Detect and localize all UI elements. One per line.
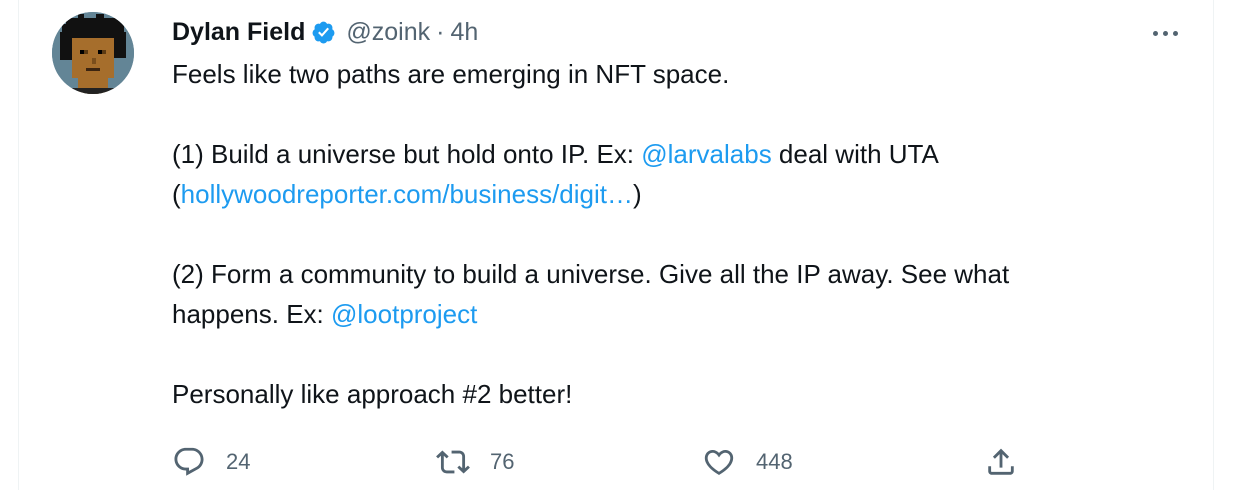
text-span: ) (633, 179, 642, 209)
text-span: Feels like two paths are emerging in NFT… (172, 59, 730, 89)
tweet-header: Dylan Field @zoink · 4h (172, 12, 1172, 52)
author-handle[interactable]: @zoink (346, 18, 430, 47)
share-icon (988, 448, 1014, 475)
text-line: (2) Form a community to build a universe… (172, 254, 1172, 294)
tweet-text: Feels like two paths are emerging in NFT… (172, 54, 1172, 414)
author-name[interactable]: Dylan Field (172, 18, 305, 47)
tweet-content: Dylan Field @zoink · 4h Feels like two p… (172, 12, 1172, 414)
text-span: Personally like approach #2 better! (172, 379, 573, 409)
text-span: ( (172, 179, 181, 209)
text-span: deal with UTA (771, 139, 939, 169)
verified-badge-icon (311, 20, 336, 45)
text-span: (2) Form a community to build a universe… (172, 259, 1010, 289)
like-count: 448 (756, 449, 793, 474)
mention-larvalabs[interactable]: @larvalabs (641, 139, 771, 169)
reply-icon (174, 447, 204, 476)
article-link[interactable]: hollywoodreporter.com/business/digit… (181, 179, 633, 209)
text-line: Feels like two paths are emerging in NFT… (172, 54, 1172, 94)
separator: · (436, 17, 445, 46)
text-line: (1) Build a universe but hold onto IP. E… (172, 134, 1172, 174)
action-bar: 24 76 448 (172, 442, 1072, 482)
text-line: happens. Ex: @lootproject (172, 294, 1172, 334)
mention-lootproject[interactable]: @lootproject (331, 299, 477, 329)
retweet-button[interactable]: 76 (436, 442, 514, 482)
retweet-icon (436, 450, 470, 474)
text-line: Personally like approach #2 better! (172, 374, 1172, 414)
like-button[interactable]: 448 (702, 442, 793, 482)
reply-count: 24 (226, 449, 251, 474)
avatar[interactable] (52, 12, 134, 94)
share-button[interactable] (984, 442, 1018, 482)
retweet-count: 76 (490, 449, 515, 474)
heart-icon (704, 449, 734, 475)
reply-button[interactable]: 24 (172, 442, 250, 482)
timestamp[interactable]: 4h (450, 18, 478, 47)
text-span: (1) Build a universe but hold onto IP. E… (172, 139, 642, 169)
more-options-icon[interactable] (1148, 20, 1182, 46)
more-dot (1152, 30, 1158, 36)
text-line: (hollywoodreporter.com/business/digit…) (172, 174, 1172, 214)
more-dot (1162, 30, 1168, 36)
more-dot (1172, 30, 1178, 36)
text-span: happens. Ex: (172, 299, 331, 329)
